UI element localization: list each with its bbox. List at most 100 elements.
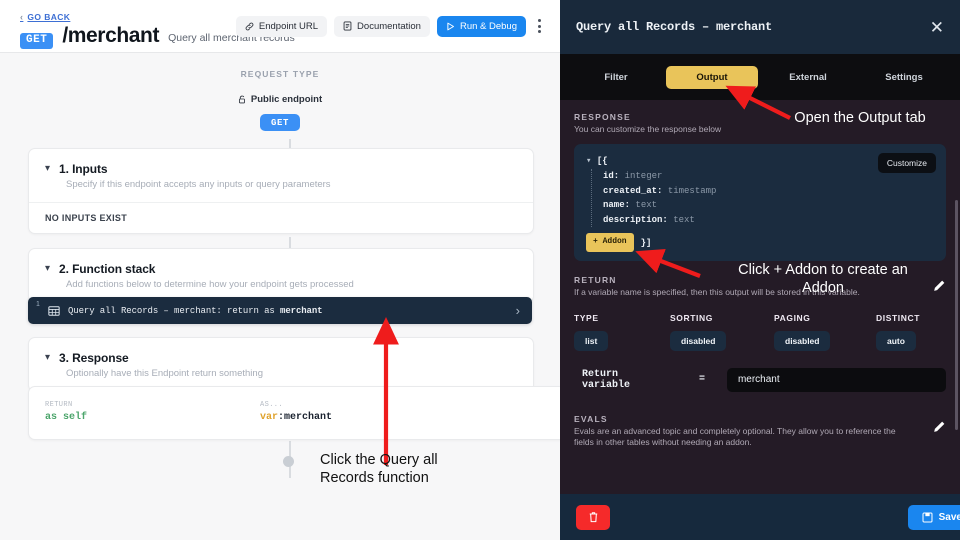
trash-icon	[589, 512, 597, 523]
section-inputs-subtitle: Specify if this endpoint accepts any inp…	[66, 179, 331, 190]
tab-external[interactable]: External	[762, 66, 854, 89]
run-debug-button[interactable]: Run & Debug	[436, 15, 526, 37]
no-inputs-row: NO INPUTS EXIST	[29, 202, 533, 233]
tab-filter[interactable]: Filter	[570, 66, 662, 89]
equals-sign: =	[698, 374, 705, 386]
section-inputs-title: 1. Inputs	[59, 162, 108, 176]
return-column: RETURN as self	[45, 401, 260, 423]
chip-value-sorting[interactable]: disabled	[670, 330, 727, 351]
http-verb-badge: GET	[20, 33, 54, 49]
annotation-click-function: Click the Query all Records function	[320, 452, 520, 487]
field-row: description: text	[603, 214, 695, 225]
annotation-click-addon-line2: Addon	[802, 279, 844, 296]
annotation-open-output-tab: Open the Output tab	[794, 110, 926, 126]
section-function-stack-title: 2. Function stack	[59, 262, 156, 276]
chip-label: SORTING	[670, 312, 713, 323]
as-column: AS... var:merchant	[260, 401, 475, 423]
section-function-stack-head: ▾ 2. Function stack Add functions below …	[29, 249, 533, 302]
documentation-button[interactable]: Documentation	[334, 15, 430, 37]
public-endpoint-row: Public endpoint	[0, 94, 560, 105]
as-value: var:merchant	[260, 412, 333, 423]
chip-group-sorting: SORTING disabled	[670, 313, 774, 351]
tab-output[interactable]: Output	[666, 65, 758, 89]
run-debug-label: Run & Debug	[459, 20, 517, 32]
close-bracket: }]	[640, 237, 652, 248]
request-type-label: REQUEST TYPE	[240, 69, 320, 79]
chip-group-type: TYPE list	[574, 313, 670, 351]
page-title: /merchant	[62, 24, 160, 47]
function-index: 1	[36, 301, 40, 308]
chip-value-distinct[interactable]: auto	[876, 330, 916, 351]
method-pill[interactable]: GET	[260, 114, 300, 131]
return-variable-row: Return variable = merchant	[560, 351, 960, 392]
public-endpoint-label: Public endpoint	[250, 94, 323, 105]
modal-title: Query all Records – merchant	[576, 20, 773, 34]
section-function-stack-subtitle: Add functions below to determine how you…	[66, 279, 354, 290]
go-back-label: GO BACK	[27, 12, 71, 22]
add-addon-button[interactable]: + Addon	[586, 233, 634, 253]
section-response[interactable]: ▾ 3. Response Optionally have this Endpo…	[28, 337, 534, 392]
evals-section: EVALS Evals are an advanced topic and co…	[560, 392, 960, 449]
section-inputs-head: ▾ 1. Inputs Specify if this endpoint acc…	[29, 149, 533, 202]
open-bracket: [{	[596, 156, 608, 167]
endpoint-url-label: Endpoint URL	[258, 20, 319, 32]
unlock-icon	[238, 95, 245, 104]
chevron-down-icon[interactable]: ▾	[45, 264, 50, 274]
field-row: created_at: timestamp	[603, 185, 717, 196]
return-value: as self	[45, 412, 88, 423]
endpoint-url-button[interactable]: Endpoint URL	[235, 15, 328, 37]
response-code-block: Customize ▾ [{ id: integer created_at: t…	[574, 144, 946, 262]
tab-settings[interactable]: Settings	[858, 66, 950, 89]
chip-group-paging: PAGING disabled	[774, 313, 876, 351]
delete-button[interactable]	[576, 504, 610, 530]
close-icon[interactable]: ✕	[930, 19, 944, 36]
save-button[interactable]: Save	[907, 504, 960, 530]
section-response-subtitle: Optionally have this Endpoint return som…	[66, 368, 263, 379]
function-row-query-all-records[interactable]: 1 Query all Records – merchant: return a…	[28, 297, 532, 324]
evals-label: EVALS	[574, 413, 608, 424]
field-row: name: text	[603, 200, 658, 211]
annotation-click-addon: Click + Addon to create an Addon	[692, 262, 954, 297]
modal-body: RESPONSE You can customize the response …	[560, 100, 960, 500]
modal-header: Query all Records – merchant ✕	[560, 0, 960, 54]
chevron-down-icon[interactable]: ▾	[586, 156, 591, 166]
chevron-down-icon[interactable]: ▾	[45, 353, 50, 363]
modal-tabs: Filter Output External Settings	[560, 54, 960, 100]
function-row-label: Query all Records – merchant: return as …	[68, 305, 323, 316]
chip-value-paging[interactable]: disabled	[774, 330, 831, 351]
return-variable-input[interactable]: merchant	[726, 367, 946, 392]
section-function-stack[interactable]: ▾ 2. Function stack Add functions below …	[28, 248, 534, 303]
endpoint-topbar: ‹ GO BACK GET /merchant Query all mercha…	[0, 0, 560, 52]
code-close-line: + Addon }]	[586, 233, 934, 253]
return-card[interactable]: RETURN as self AS... var:merchant	[28, 386, 560, 440]
chevron-down-icon[interactable]: ▾	[45, 164, 50, 174]
customize-button[interactable]: Customize	[877, 153, 936, 174]
endpoint-actions: Endpoint URL Documentation Run & Debug	[235, 15, 546, 37]
chevron-left-icon: ‹	[20, 12, 24, 22]
link-icon	[245, 22, 254, 30]
return-variable-label: Return variable	[582, 368, 631, 391]
more-options-icon[interactable]	[533, 15, 546, 37]
play-icon	[447, 22, 454, 30]
chip-label: PAGING	[774, 312, 811, 323]
modal-scrollbar[interactable]	[955, 200, 958, 430]
documentation-label: Documentation	[357, 20, 421, 32]
chip-label: TYPE	[574, 312, 599, 323]
section-inputs[interactable]: ▾ 1. Inputs Specify if this endpoint acc…	[28, 148, 534, 234]
edit-pencil-icon[interactable]	[932, 420, 946, 439]
response-fields: id: integer created_at: timestamp name: …	[591, 169, 934, 228]
chip-value-type[interactable]: list	[574, 330, 609, 351]
save-icon	[922, 512, 933, 522]
chevron-right-icon[interactable]: ›	[516, 303, 520, 318]
flow-end-dot	[283, 456, 294, 467]
chip-group-distinct: DISTINCT auto	[876, 313, 920, 351]
return-label: RETURN	[45, 401, 73, 409]
annotation-click-function-line1: Click the Query all	[320, 452, 438, 468]
document-icon	[343, 21, 352, 31]
evals-sublabel: Evals are an advanced topic and complete…	[574, 425, 896, 448]
save-label: Save	[938, 511, 960, 523]
as-label: AS...	[260, 401, 284, 409]
go-back-link[interactable]: ‹ GO BACK	[20, 12, 70, 22]
table-icon	[48, 305, 60, 317]
chip-label: DISTINCT	[876, 312, 920, 323]
